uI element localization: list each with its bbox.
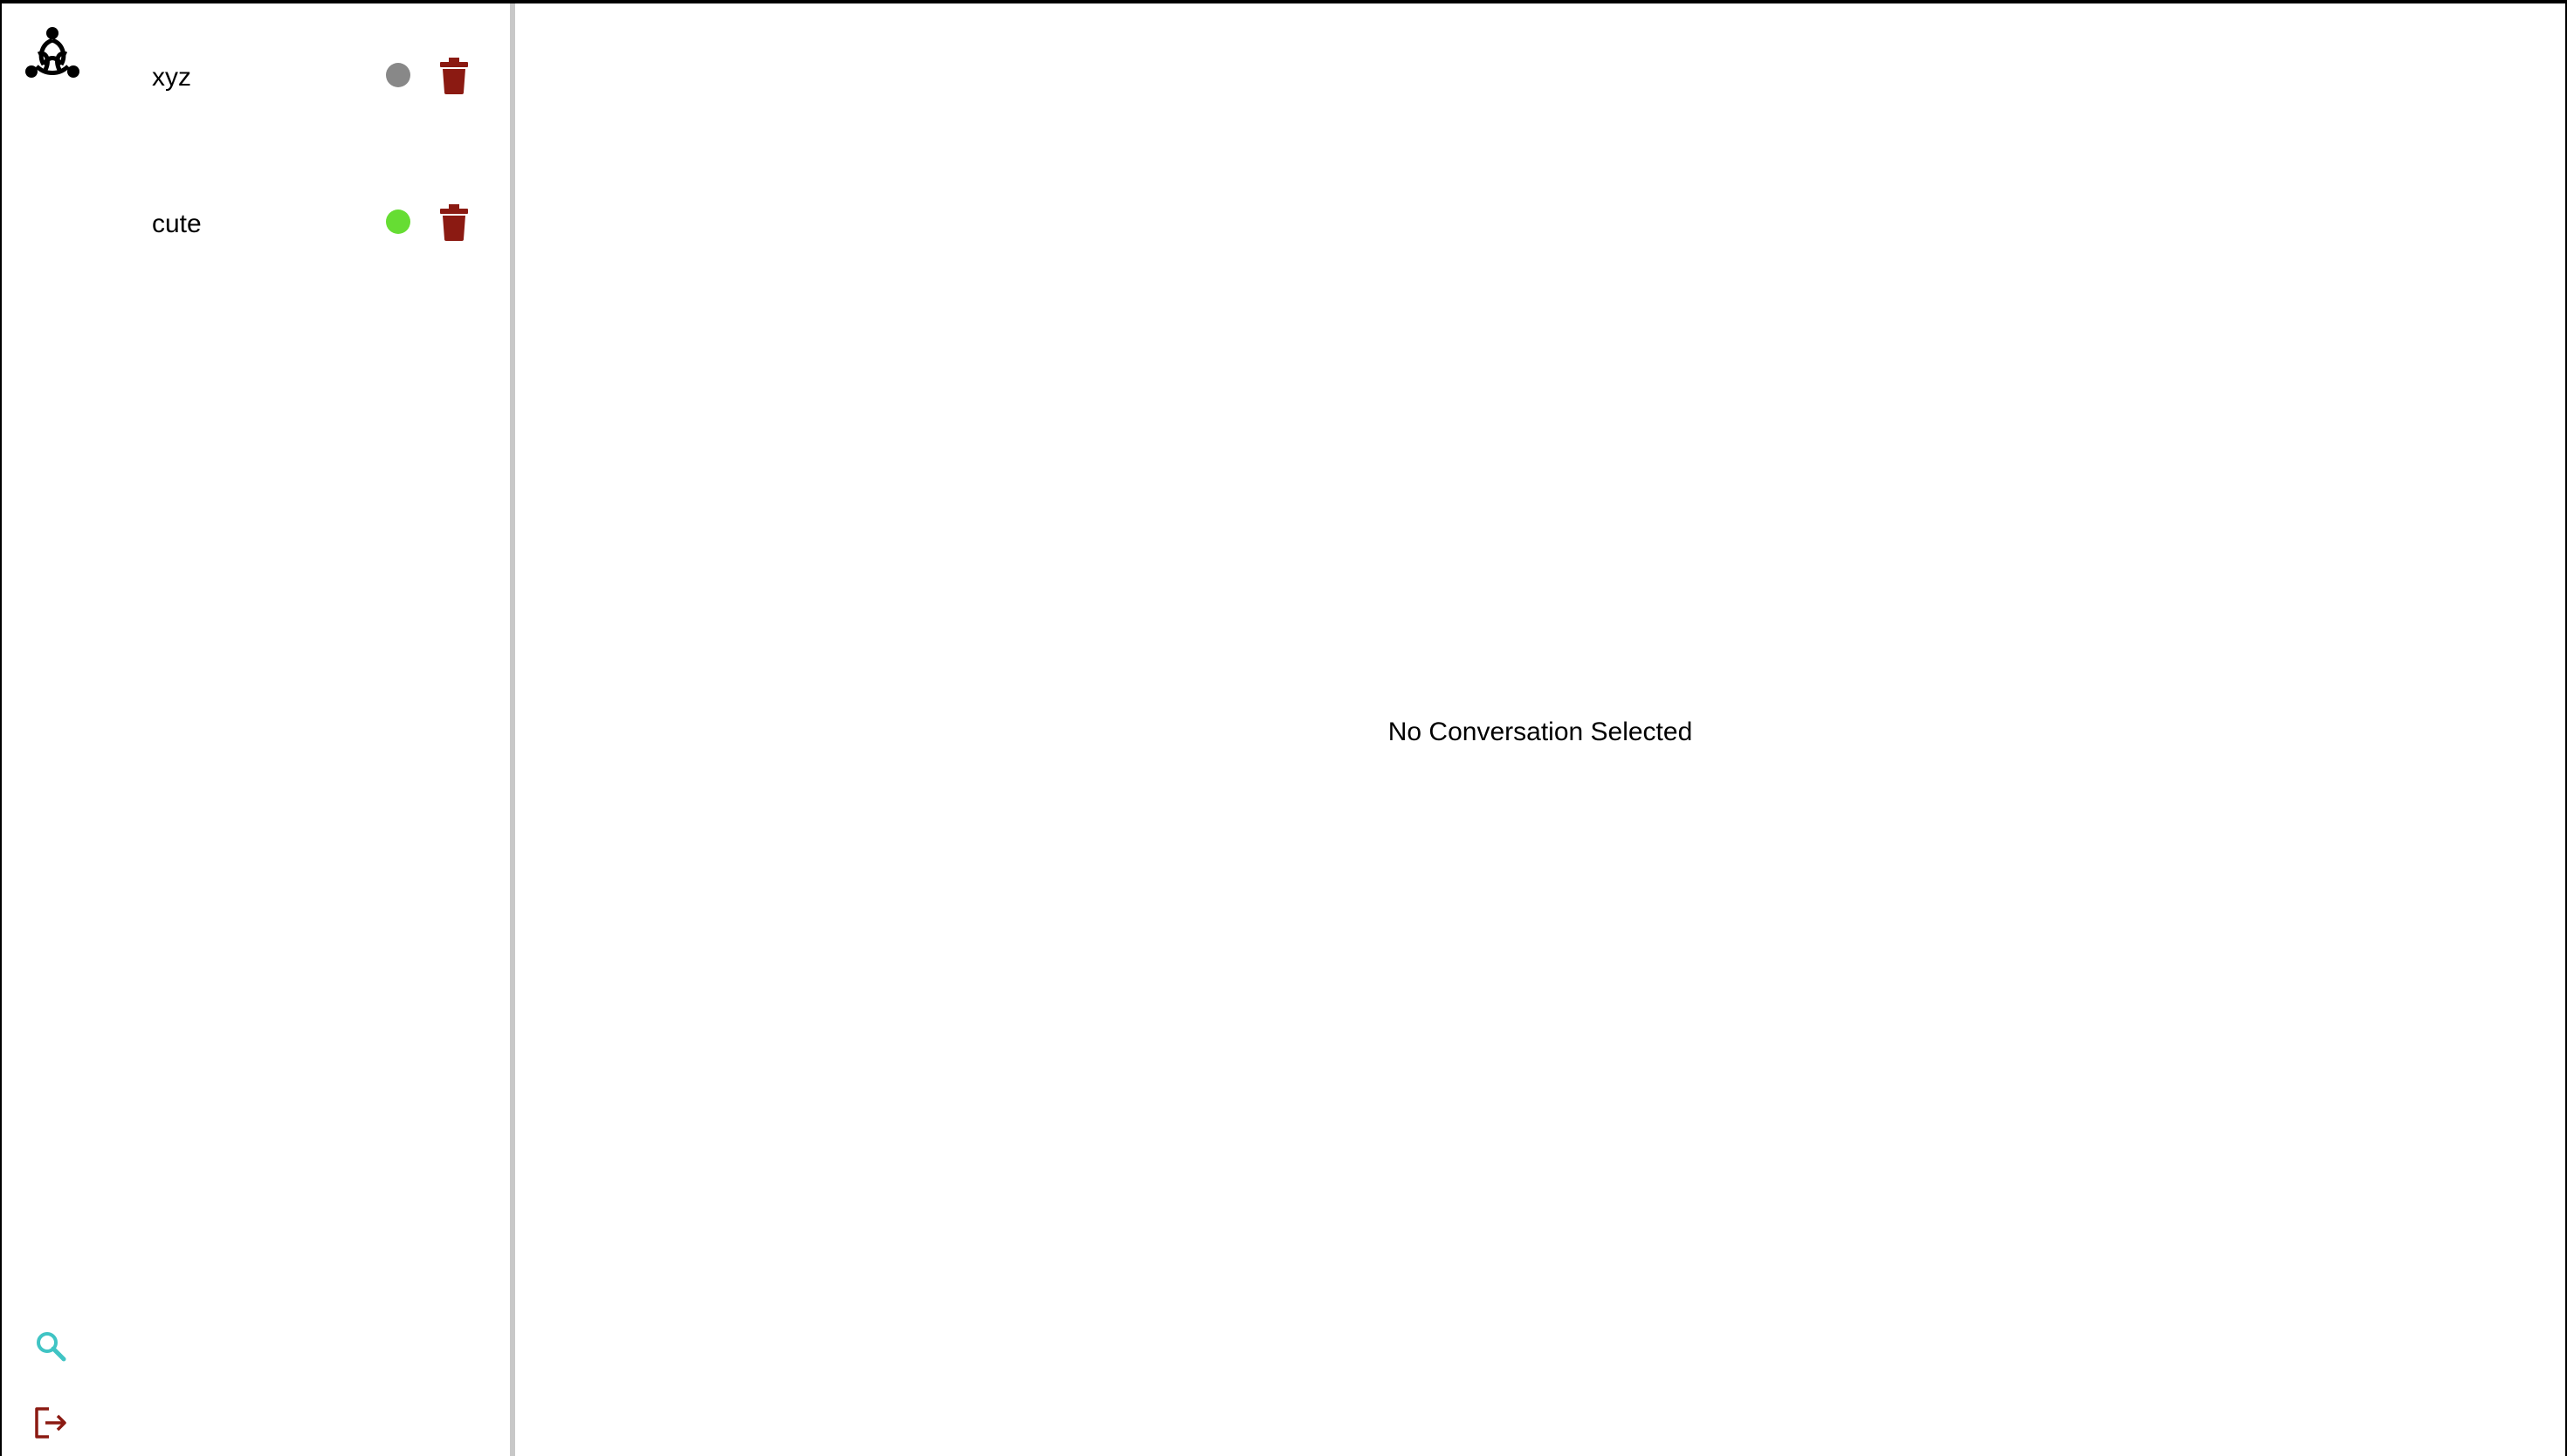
conversation-list: xyz cute — [133, 3, 515, 1456]
conversation-name: xyz — [152, 63, 191, 92]
search-icon — [37, 1332, 66, 1362]
trash-icon[interactable] — [438, 204, 470, 241]
conversation-panel: No Conversation Selected — [515, 3, 2565, 1456]
logout-button[interactable] — [31, 1404, 70, 1442]
app-window: xyz cute No Conversation Selected — [0, 0, 2567, 1456]
search-button[interactable] — [31, 1327, 70, 1365]
icon-rail — [2, 3, 133, 1456]
logout-icon — [35, 1407, 66, 1439]
status-indicator — [386, 63, 410, 87]
app-logo-icon — [25, 27, 79, 78]
conversation-name: cute — [152, 209, 202, 238]
trash-icon[interactable] — [438, 58, 470, 94]
status-indicator — [386, 209, 410, 234]
empty-state-message: No Conversation Selected — [1387, 718, 1693, 746]
conversation-item[interactable]: cute — [133, 183, 510, 271]
conversation-item[interactable]: xyz — [133, 37, 510, 124]
